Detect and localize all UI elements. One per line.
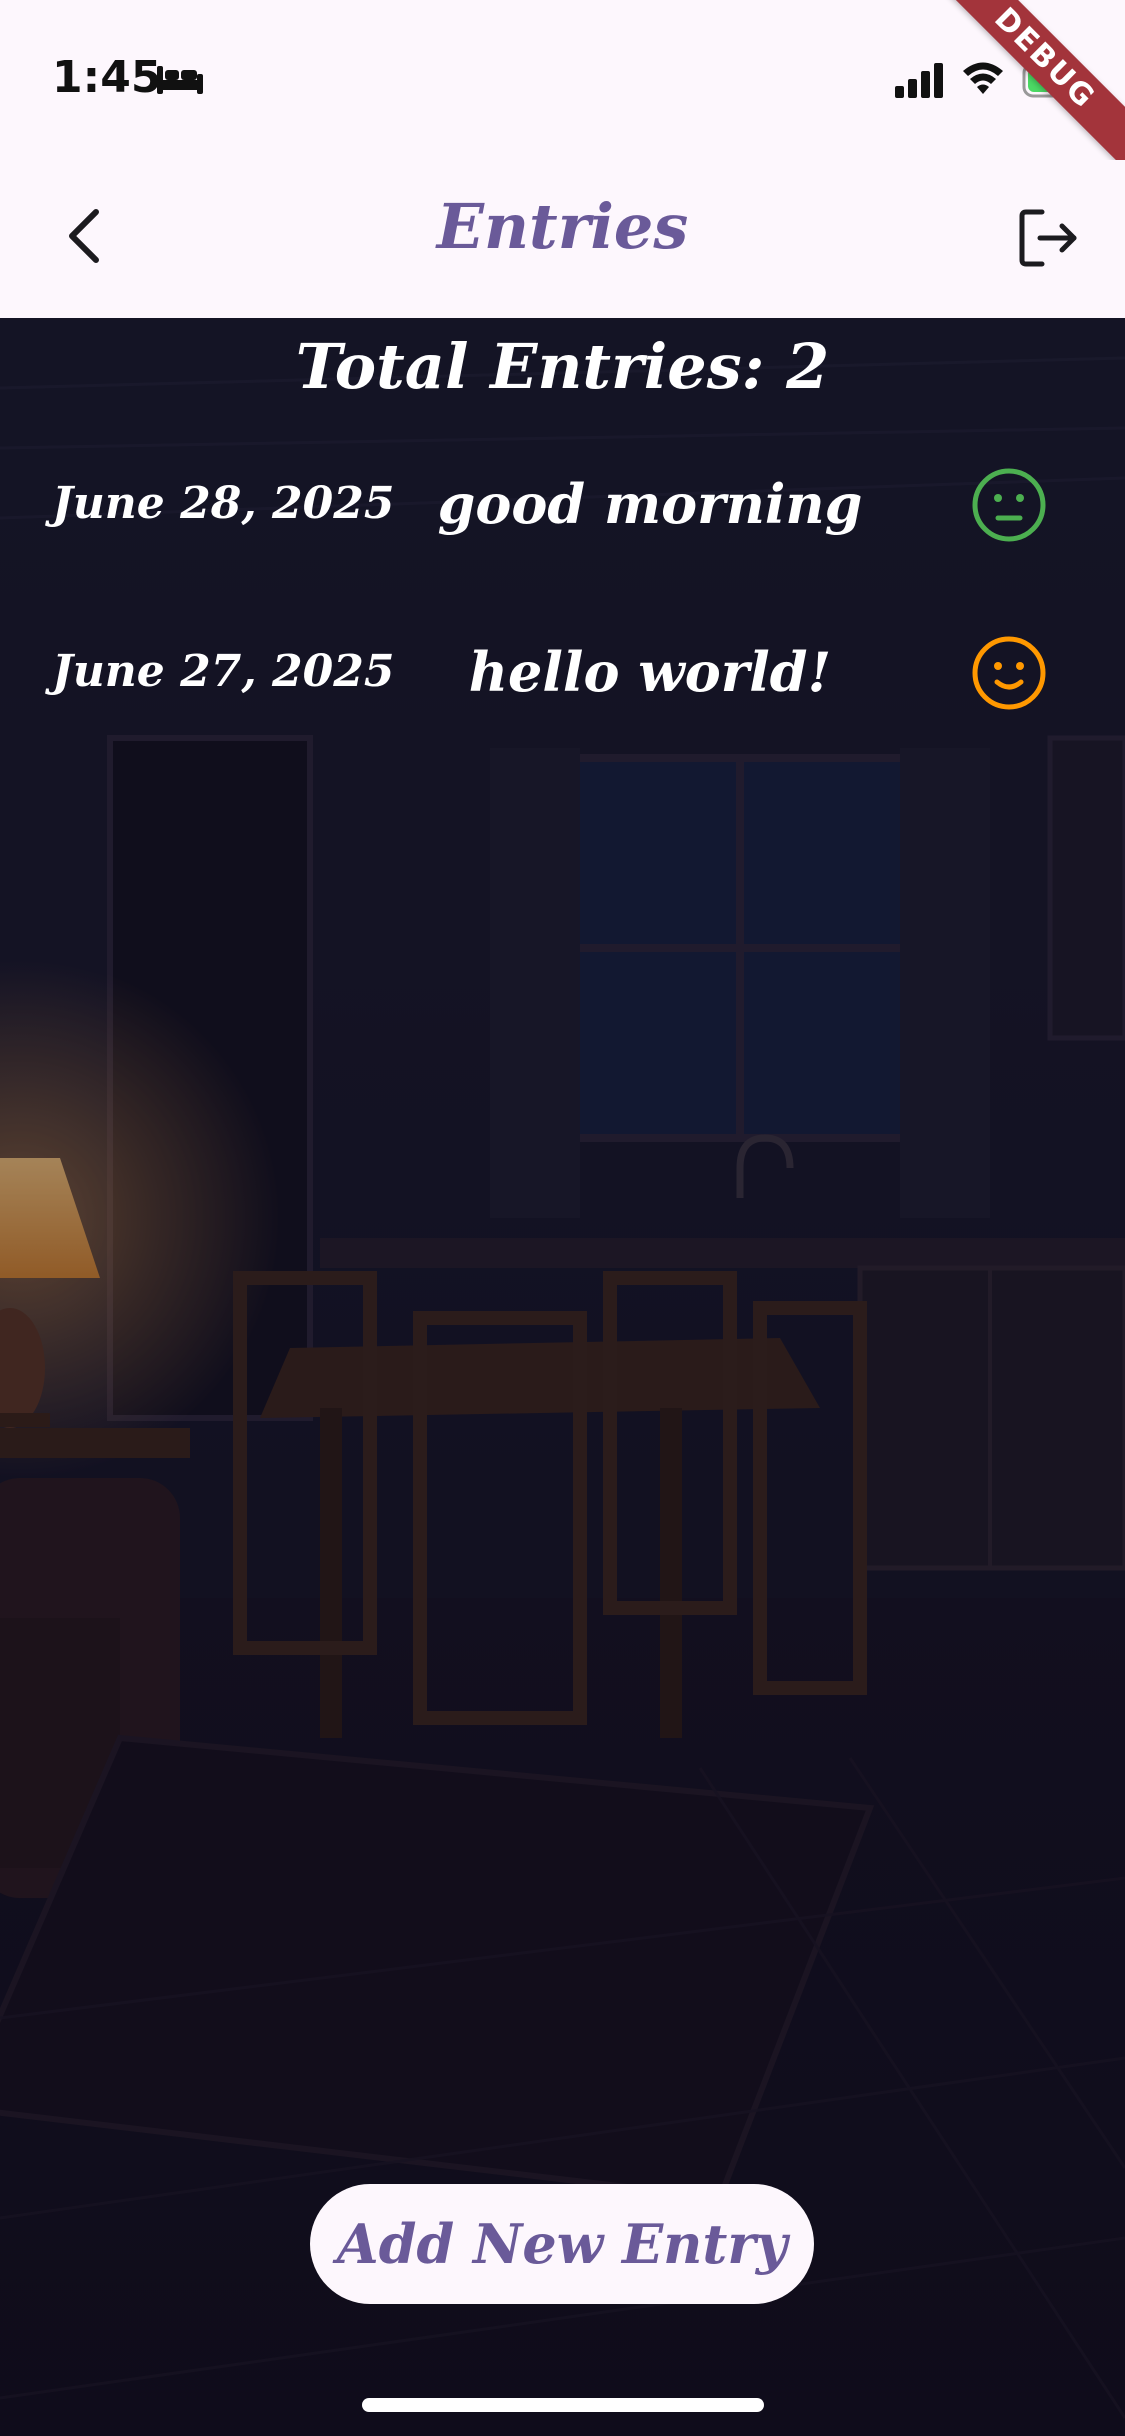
- wifi-icon: [963, 62, 1003, 94]
- add-new-entry-button[interactable]: Add New Entry: [310, 2184, 814, 2304]
- entry-date: June 27, 2025: [52, 646, 395, 697]
- total-entries-label: Total Entries: 2: [295, 330, 830, 403]
- status-time: 1:45: [52, 52, 162, 103]
- entry-date: June 28, 2025: [52, 478, 395, 529]
- entry-row[interactable]: June 28, 2025 good morning: [0, 452, 1125, 562]
- app-bar: Entries: [0, 160, 1125, 318]
- entry-row[interactable]: June 27, 2025 hello world!: [0, 620, 1125, 730]
- entry-title: hello world!: [468, 640, 832, 704]
- neutral-face-icon: [972, 468, 1046, 542]
- page-title: Entries: [436, 190, 689, 263]
- status-bar: 1:45 DEBUG: [0, 0, 1125, 180]
- entry-title: good morning: [437, 472, 863, 536]
- logout-icon[interactable]: [1012, 202, 1084, 274]
- bed-icon: [157, 66, 203, 94]
- happy-face-icon: [972, 636, 1046, 710]
- signal-icon: [895, 63, 943, 98]
- home-indicator[interactable]: [362, 2398, 764, 2412]
